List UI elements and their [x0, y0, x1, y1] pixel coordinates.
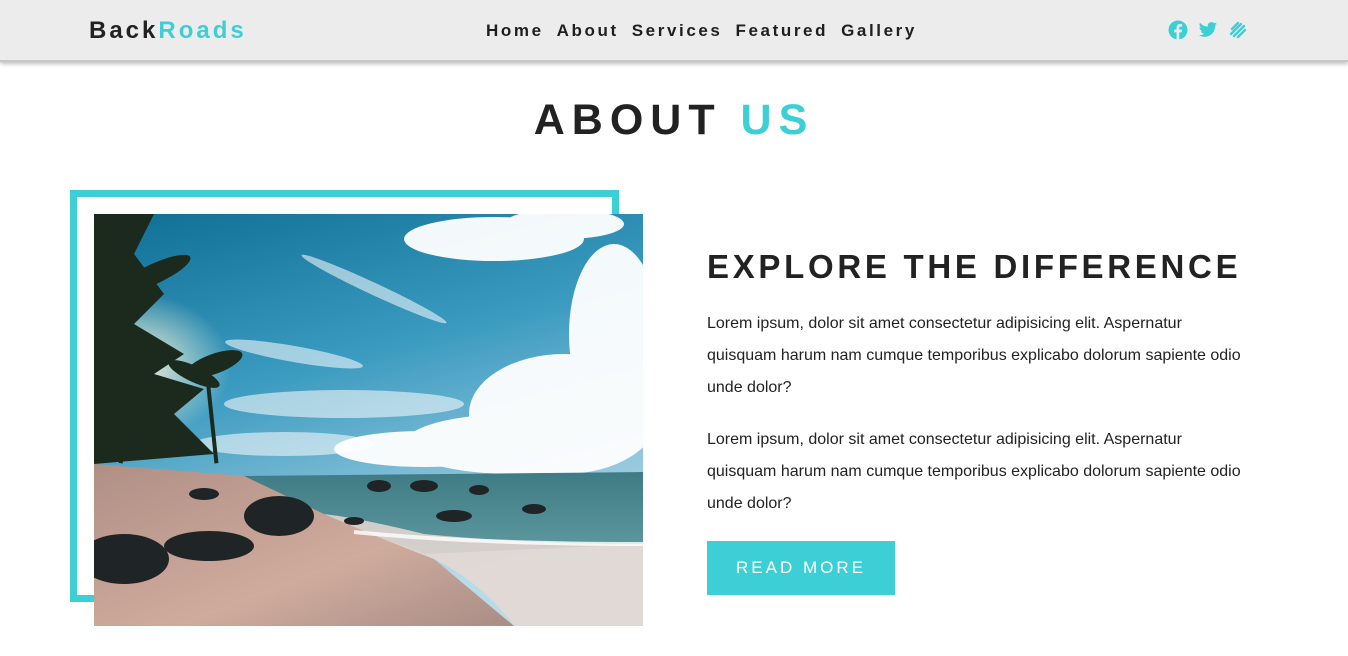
twitter-icon[interactable]: [1198, 20, 1218, 40]
nav-link-home[interactable]: Home: [486, 21, 544, 41]
brand-logo[interactable]: BackRoads: [89, 17, 247, 45]
facebook-icon[interactable]: [1168, 20, 1188, 40]
section-title: ABOUT US: [0, 96, 1348, 145]
navbar: BackRoads Home About Services Featured G…: [0, 0, 1348, 62]
read-more-button[interactable]: READ MORE: [707, 541, 895, 595]
nav-links: Home About Services Featured Gallery: [486, 21, 917, 41]
brand-logo-part2: Roads: [158, 17, 247, 44]
beach-photo: [94, 214, 643, 626]
nav-link-about[interactable]: About: [557, 21, 619, 41]
nav-link-gallery[interactable]: Gallery: [841, 21, 917, 41]
brand-logo-part1: Back: [89, 17, 159, 44]
about-paragraph-1: Lorem ipsum, dolor sit amet consectetur …: [707, 315, 1241, 396]
about-paragraph-2: Lorem ipsum, dolor sit amet consectetur …: [707, 431, 1241, 512]
social-links: [1168, 20, 1248, 40]
section-title-part1: ABOUT: [533, 96, 722, 144]
section-title-part2: US: [740, 96, 815, 144]
nav-link-services[interactable]: Services: [632, 21, 723, 41]
squarespace-icon[interactable]: [1228, 20, 1248, 40]
about-heading: EXPLORE THE DIFFERENCE: [707, 248, 1242, 285]
nav-link-featured[interactable]: Featured: [736, 21, 829, 41]
